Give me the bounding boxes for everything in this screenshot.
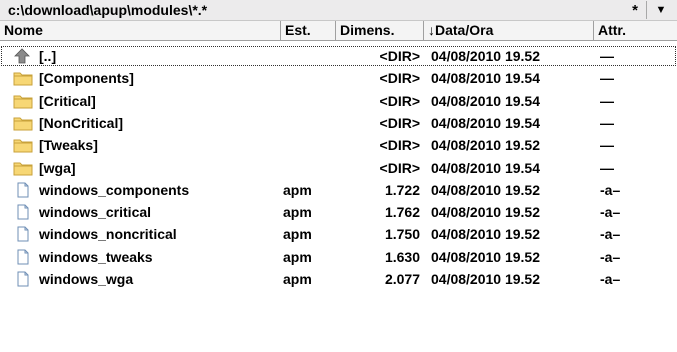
file-size: 1.722 — [384, 181, 420, 198]
file-date: 04/08/2010 19.52 — [431, 248, 540, 265]
file-size: <DIR> — [379, 137, 420, 154]
file-icon — [13, 182, 35, 198]
folder-icon — [13, 137, 35, 153]
file-attributes: — — [600, 70, 614, 87]
file-name: [Tweaks] — [39, 137, 98, 154]
file-row[interactable]: windows_components apm 1.722 04/08/2010 19.… — [0, 179, 677, 201]
up-arrow-icon — [13, 48, 35, 64]
file-attributes: -a– — [600, 181, 621, 198]
column-header-date[interactable]: ↓Data/Ora — [424, 21, 594, 40]
file-size: 1.750 — [384, 226, 420, 243]
folder-icon — [13, 70, 35, 86]
file-date: 04/08/2010 19.52 — [431, 137, 540, 154]
file-size: <DIR> — [379, 159, 420, 176]
folder-row[interactable]: [Critical] <DIR> 04/08/2010 19.54 — — [0, 90, 677, 112]
filter-button[interactable]: * — [624, 1, 647, 19]
file-name: windows_noncritical — [39, 226, 177, 243]
file-name: [Critical] — [39, 92, 96, 109]
file-size: 1.630 — [384, 248, 420, 265]
file-attributes: — — [600, 114, 614, 131]
file-attributes: — — [600, 137, 614, 154]
file-attributes: — — [600, 48, 614, 64]
file-name: [NonCritical] — [39, 114, 123, 131]
folder-row[interactable]: [Components] <DIR> 04/08/2010 19.54 — — [0, 67, 677, 89]
file-row[interactable]: windows_critical apm 1.762 04/08/2010 19.52… — [0, 201, 677, 223]
path-bar[interactable]: c:\download\apup\modules\*.* * ▼ — [0, 0, 677, 21]
file-panel: c:\download\apup\modules\*.* * ▼ Nome Es… — [0, 0, 677, 352]
file-attributes: -a– — [600, 204, 621, 221]
current-path[interactable]: c:\download\apup\modules\*.* — [8, 2, 207, 18]
file-size: <DIR> — [379, 48, 420, 64]
file-size: <DIR> — [379, 114, 420, 131]
file-attributes: -a– — [600, 226, 621, 243]
file-icon — [13, 271, 35, 287]
folder-row[interactable]: [wga] <DIR> 04/08/2010 19.54 — — [0, 157, 677, 179]
folder-icon — [13, 93, 35, 109]
file-size: 2.077 — [384, 271, 420, 287]
file-attributes: — — [600, 159, 614, 176]
folder-icon — [13, 115, 35, 131]
column-header: Nome Est. Dimens. ↓Data/Ora Attr. — [0, 21, 677, 41]
file-size: <DIR> — [379, 92, 420, 109]
file-size: 1.762 — [384, 204, 420, 221]
file-date: 04/08/2010 19.54 — [431, 114, 540, 131]
file-name: [..] — [39, 48, 57, 64]
file-icon — [13, 204, 35, 220]
file-date: 04/08/2010 19.52 — [431, 271, 540, 287]
file-date: 04/08/2010 19.54 — [431, 92, 540, 109]
file-date: 04/08/2010 19.54 — [431, 159, 540, 176]
file-name: windows_components — [39, 181, 190, 198]
file-attributes: -a– — [600, 248, 621, 265]
column-header-ext[interactable]: Est. — [281, 21, 336, 40]
file-name: windows_wga — [39, 271, 134, 287]
file-row[interactable]: windows_wga apm 2.077 04/08/2010 19.52 -a– — [0, 268, 677, 290]
file-date: 04/08/2010 19.52 — [431, 48, 540, 64]
file-attributes: — — [600, 92, 614, 109]
folder-row[interactable]: [Tweaks] <DIR> 04/08/2010 19.52 — — [0, 134, 677, 156]
file-name: [Components] — [39, 70, 134, 87]
folder-row[interactable]: [..] <DIR> 04/08/2010 19.52 — — [0, 45, 677, 67]
column-header-size[interactable]: Dimens. — [336, 21, 424, 40]
file-name: [wga] — [39, 159, 76, 176]
folder-row[interactable]: [NonCritical] <DIR> 04/08/2010 19.54 — — [0, 112, 677, 134]
file-date: 04/08/2010 19.52 — [431, 181, 540, 198]
history-dropdown-button[interactable]: ▼ — [650, 1, 672, 19]
file-name: windows_critical — [39, 204, 152, 221]
file-row[interactable]: windows_tweaks apm 1.630 04/08/2010 19.52 -a… — [0, 246, 677, 268]
file-date: 04/08/2010 19.54 — [431, 70, 540, 87]
file-row[interactable]: windows_noncritical apm 1.750 04/08/2010 19… — [0, 223, 677, 245]
folder-icon — [13, 160, 35, 176]
file-icon — [13, 226, 35, 242]
file-date: 04/08/2010 19.52 — [431, 204, 540, 221]
column-header-name[interactable]: Nome — [0, 21, 281, 40]
file-date: 04/08/2010 19.52 — [431, 226, 540, 243]
file-icon — [13, 249, 35, 265]
file-name: windows_tweaks — [39, 248, 153, 265]
file-attributes: -a– — [600, 271, 621, 287]
file-size: <DIR> — [379, 70, 420, 87]
column-header-attr[interactable]: Attr. — [594, 21, 677, 40]
